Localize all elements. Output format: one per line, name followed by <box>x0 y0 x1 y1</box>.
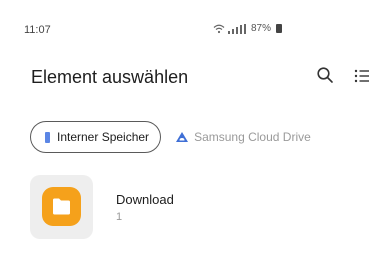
folder-name: Download <box>116 192 174 207</box>
cloud-icon <box>176 132 189 142</box>
battery-percent: 87% <box>251 23 272 34</box>
phone-storage-icon <box>45 131 50 143</box>
folder-thumbnail <box>30 175 93 239</box>
status-time: 11:07 <box>24 24 51 36</box>
tab-samsung-cloud-drive[interactable]: Samsung Cloud Drive <box>176 130 311 144</box>
signal-icon <box>228 23 248 34</box>
folder-badge <box>42 187 81 226</box>
wifi-icon <box>213 24 225 33</box>
tab-internal-storage-label: Interner Speicher <box>57 130 150 144</box>
list-view-icon[interactable] <box>353 67 371 85</box>
page-title: Element auswählen <box>31 67 189 87</box>
status-icons: 87% <box>213 23 283 34</box>
tab-samsung-cloud-drive-label: Samsung Cloud Drive <box>194 130 311 144</box>
folder-item-count: 1 <box>116 211 123 223</box>
search-icon[interactable] <box>316 66 334 84</box>
battery-icon <box>276 24 283 33</box>
list-item[interactable]: Download 1 <box>30 175 370 241</box>
status-bar: 11:07 87% <box>0 0 386 40</box>
storage-tabs: Interner Speicher Samsung Cloud Drive <box>30 120 311 154</box>
folder-icon <box>53 198 70 215</box>
tab-internal-storage[interactable]: Interner Speicher <box>30 121 162 153</box>
